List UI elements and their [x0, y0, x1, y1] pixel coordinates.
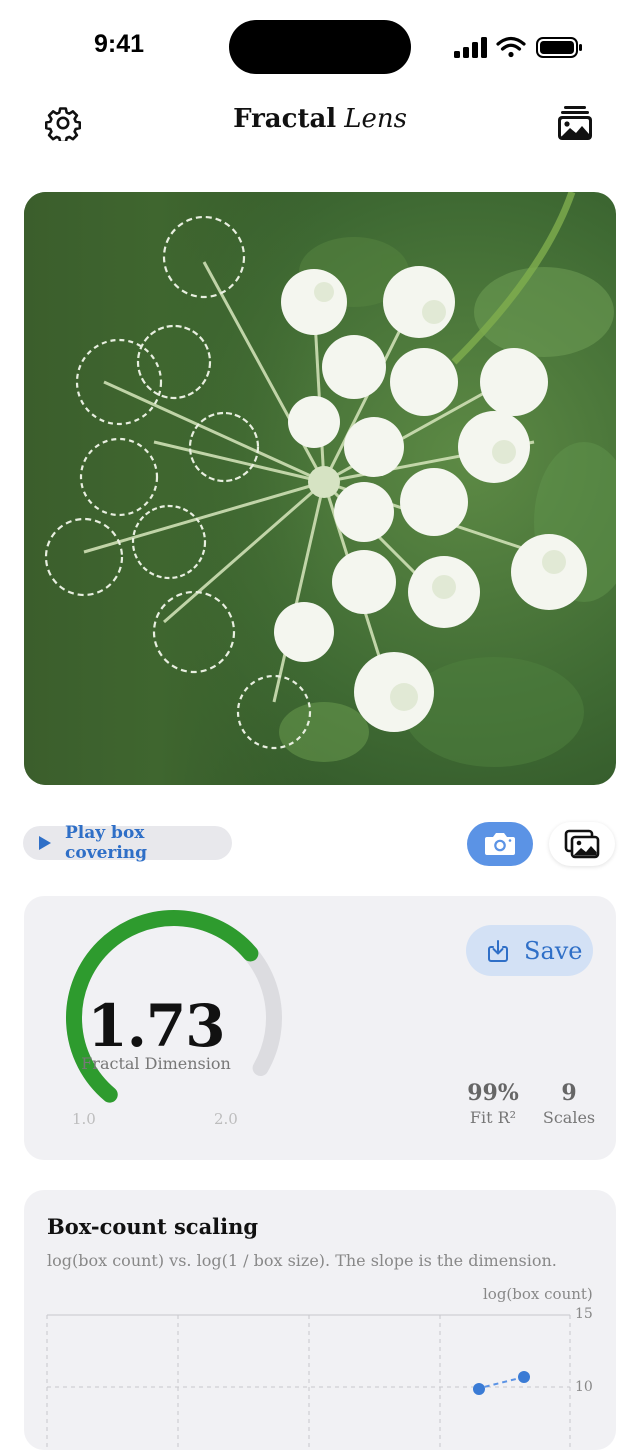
- y-tick-label: 15: [575, 1306, 593, 1322]
- fit-label: Fit R²: [469, 1108, 517, 1127]
- dimension-label: Fractal Dimension: [81, 1054, 231, 1073]
- save-download-icon: [488, 939, 508, 962]
- dimension-card: 1.73 Fractal Dimension 1.0 2.0 Save 99% …: [24, 896, 616, 1160]
- save-button[interactable]: Save: [466, 925, 593, 976]
- play-icon: [39, 836, 51, 850]
- box-count-card: Box-count scaling log(box count) vs. log…: [24, 1190, 616, 1450]
- play-box-covering-button[interactable]: Play box covering: [23, 823, 232, 863]
- signal-icon: [454, 37, 487, 58]
- analyzed-photo[interactable]: [24, 192, 616, 785]
- photo-stack-icon: [558, 106, 592, 140]
- gauge-max-label: 2.0: [214, 1110, 238, 1128]
- flower-image: [24, 192, 616, 785]
- app-header: Fractal Lens: [0, 96, 640, 152]
- chart-subtitle: log(box count) vs. log(1 / box size). Th…: [47, 1251, 557, 1270]
- data-point: [518, 1371, 530, 1383]
- photo-library-button[interactable]: [555, 103, 595, 143]
- wifi-icon: [496, 36, 526, 58]
- scales-label: Scales: [542, 1108, 596, 1127]
- app-title-italic: Lens: [344, 104, 407, 134]
- battery-icon: [536, 37, 582, 58]
- camera-icon: [485, 833, 515, 855]
- status-icons: [454, 36, 582, 58]
- fit-stat: 99% Fit R²: [457, 1080, 529, 1127]
- y-axis-label: log(box count): [483, 1285, 593, 1303]
- scales-stat: 9 Scales: [540, 1080, 598, 1127]
- gallery-mode-button[interactable]: [549, 822, 615, 866]
- app-title-bold: Fractal: [233, 104, 337, 134]
- camera-mode-button[interactable]: [467, 822, 533, 866]
- save-label: Save: [524, 936, 583, 965]
- dynamic-island: [229, 20, 411, 74]
- data-point: [473, 1383, 485, 1395]
- dimension-value: 1.73: [87, 992, 225, 1060]
- y-tick-label: 10: [575, 1379, 593, 1395]
- scales-value: 9: [561, 1080, 577, 1106]
- status-bar: 9:41: [0, 0, 640, 90]
- app-title: Fractal Lens: [0, 104, 640, 134]
- gauge-min-label: 1.0: [72, 1110, 96, 1128]
- fit-value: 99%: [467, 1080, 519, 1106]
- chart-title: Box-count scaling: [47, 1214, 259, 1239]
- status-time: 9:41: [94, 30, 145, 58]
- gallery-icon: [564, 829, 600, 859]
- play-box-covering-label: Play box covering: [65, 823, 148, 863]
